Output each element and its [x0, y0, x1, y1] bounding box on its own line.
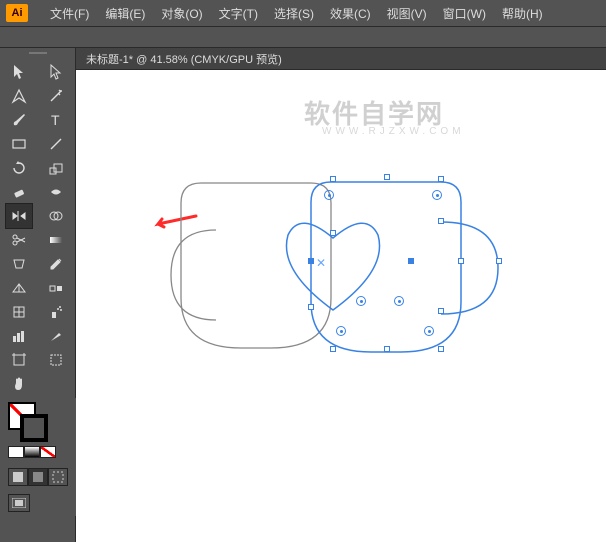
scale-tool[interactable]	[43, 156, 69, 180]
anchor-point[interactable]	[458, 258, 464, 264]
brush-tool[interactable]	[6, 108, 32, 132]
tool-options-bar	[0, 26, 606, 48]
anchor-point[interactable]	[408, 258, 414, 264]
corner-widget-icon[interactable]	[432, 190, 442, 200]
anchor-point[interactable]	[308, 258, 314, 264]
gradient-tool[interactable]	[43, 228, 69, 252]
menu-select[interactable]: 选择(S)	[266, 5, 322, 22]
draw-modes	[8, 468, 68, 486]
corner-widget-icon[interactable]	[324, 190, 334, 200]
menu-file[interactable]: 文件(F)	[42, 5, 97, 22]
screen-mode-button[interactable]	[8, 494, 30, 512]
stroke-swatch[interactable]	[20, 414, 48, 442]
draw-inside-mode[interactable]	[48, 468, 68, 486]
spacer	[43, 372, 69, 392]
scissors-tool[interactable]	[6, 228, 32, 252]
rectangle-tool[interactable]	[6, 132, 32, 156]
graph-tool[interactable]	[6, 324, 32, 348]
magic-wand-tool[interactable]	[43, 84, 69, 108]
anchor-point[interactable]	[496, 258, 502, 264]
direct-selection-tool[interactable]	[43, 60, 69, 84]
anchor-point[interactable]	[308, 304, 314, 310]
menu-object[interactable]: 对象(O)	[153, 5, 210, 22]
anchor-point[interactable]	[384, 346, 390, 352]
shape-builder-tool[interactable]	[43, 204, 69, 228]
app-logo: Ai	[6, 4, 28, 22]
corner-widget-icon[interactable]	[336, 326, 346, 336]
line-tool[interactable]	[43, 132, 69, 156]
rotate-tool[interactable]	[6, 156, 32, 180]
anchor-point[interactable]	[330, 230, 336, 236]
hand-tool[interactable]	[6, 372, 32, 396]
draw-behind-mode[interactable]	[28, 468, 48, 486]
artboard-tool[interactable]	[6, 348, 32, 372]
watermark-url: WWW.RJZXW.COM	[322, 126, 465, 137]
menu-edit[interactable]: 编辑(E)	[97, 5, 153, 22]
menu-view[interactable]: 视图(V)	[379, 5, 435, 22]
canvas-area: 未标题-1* @ 41.58% (CMYK/GPU 预览) 软件自学网 WWW.…	[76, 48, 606, 542]
anchor-point[interactable]	[384, 174, 390, 180]
perspective-tool[interactable]	[6, 276, 32, 300]
blue-heart-shape[interactable]	[268, 210, 398, 330]
svg-text:T: T	[51, 112, 60, 128]
selection-tool[interactable]	[6, 60, 32, 84]
corner-widget-icon[interactable]	[424, 326, 434, 336]
color-mode-none[interactable]	[40, 446, 56, 458]
free-transform-tool[interactable]	[6, 252, 32, 276]
document-tab[interactable]: 未标题-1* @ 41.58% (CMYK/GPU 预览)	[76, 48, 606, 70]
mesh-tool[interactable]	[6, 300, 32, 324]
screen-modes	[8, 494, 68, 512]
type-tool[interactable]: T	[43, 108, 69, 132]
slice-tool[interactable]	[43, 324, 69, 348]
eraser-tool[interactable]	[6, 180, 32, 204]
menubar: Ai 文件(F) 编辑(E) 对象(O) 文字(T) 选择(S) 效果(C) 视…	[0, 0, 606, 26]
corner-widget-icon[interactable]	[394, 296, 404, 306]
reflect-tool[interactable]	[6, 204, 32, 228]
anchor-point[interactable]	[330, 346, 336, 352]
fill-stroke-swatches[interactable]	[8, 402, 48, 442]
menu-help[interactable]: 帮助(H)	[494, 5, 551, 22]
print-tiling-tool[interactable]	[43, 348, 69, 372]
blend-tool[interactable]	[43, 276, 69, 300]
anchor-point[interactable]	[438, 346, 444, 352]
menu-type[interactable]: 文字(T)	[211, 5, 266, 22]
menu-window[interactable]: 窗口(W)	[435, 5, 494, 22]
toolbar-grip[interactable]	[1, 48, 75, 58]
color-mode-solid[interactable]	[8, 446, 24, 458]
color-mode-row	[8, 446, 68, 458]
color-panel	[0, 398, 76, 516]
anchor-point[interactable]	[438, 308, 444, 314]
center-point-icon: ✕	[316, 256, 326, 270]
width-tool[interactable]	[43, 180, 69, 204]
color-mode-gradient[interactable]	[24, 446, 40, 458]
anchor-point[interactable]	[330, 176, 336, 182]
draw-normal-mode[interactable]	[8, 468, 28, 486]
artboard[interactable]: 软件自学网 WWW.RJZXW.COM	[76, 70, 606, 542]
pen-tool[interactable]	[6, 84, 32, 108]
anchor-point[interactable]	[438, 176, 444, 182]
eyedropper-tool[interactable]	[43, 252, 69, 276]
symbol-sprayer-tool[interactable]	[43, 300, 69, 324]
menu-effect[interactable]: 效果(C)	[322, 5, 379, 22]
corner-widget-icon[interactable]	[356, 296, 366, 306]
anchor-point[interactable]	[438, 218, 444, 224]
